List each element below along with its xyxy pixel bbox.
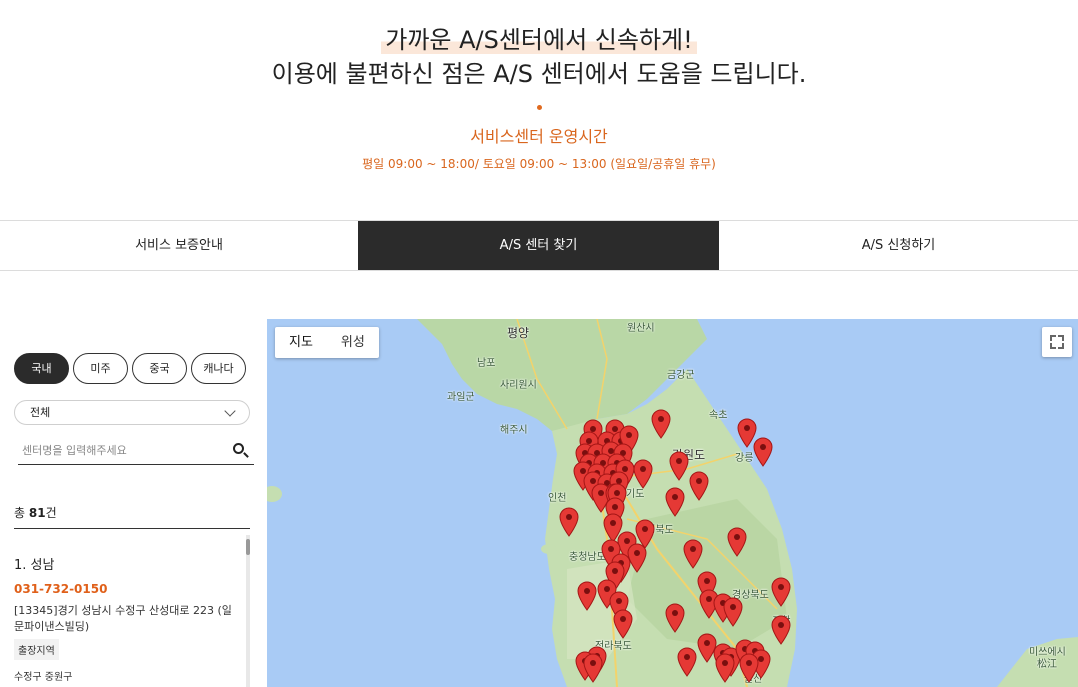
tab-bar: 서비스 보증안내 A/S 센터 찾기 A/S 신청하기	[0, 220, 1078, 271]
list-scrollbar[interactable]	[246, 535, 250, 687]
map-place-label: 원산시	[627, 323, 655, 334]
map-place-label: 금강군	[667, 370, 695, 381]
map-place-label: 사리원시	[500, 380, 537, 391]
map-place-label: 松江	[1037, 659, 1057, 670]
tab-find-center[interactable]: A/S 센터 찾기	[358, 221, 719, 270]
map-marker-pin-icon[interactable]	[577, 581, 597, 611]
map-marker-pin-icon[interactable]	[665, 603, 685, 633]
map-type-control: 지도 위성	[275, 327, 379, 358]
map-place-label: 평양	[507, 326, 530, 340]
map-place-label: 남포	[477, 358, 496, 369]
center-phone[interactable]: 031-732-0150	[14, 582, 107, 596]
map-marker-pin-icon[interactable]	[715, 653, 735, 683]
map-place-label: 속초	[709, 410, 728, 421]
hours-text: 평일 09:00 ~ 18:00/ 토요일 09:00 ~ 13:00 (일요일…	[362, 157, 716, 171]
hero-headline: 가까운 A/S센터에서 신속하게!	[0, 24, 1078, 56]
map-marker-pin-icon[interactable]	[727, 527, 747, 557]
result-count-number: 81	[28, 506, 46, 520]
center-address: [13345]경기 성남시 수정구 산성대로 223 (일문파이낸스빌딩)	[14, 604, 232, 633]
area-select-value: 전체	[30, 406, 51, 419]
map-marker-pin-icon[interactable]	[689, 471, 709, 501]
map-marker-pin-icon[interactable]	[771, 577, 791, 607]
map-marker-pin-icon[interactable]	[665, 487, 685, 517]
map-marker-pin-icon[interactable]	[697, 633, 717, 663]
map-place-label: 인천	[548, 493, 567, 504]
map-marker-pin-icon[interactable]	[559, 507, 579, 537]
region-china-button[interactable]: 중국	[132, 353, 187, 384]
map-marker-pin-icon[interactable]	[771, 615, 791, 645]
map-place-label: 해주시	[500, 425, 528, 436]
map-type-map-button[interactable]: 지도	[275, 327, 327, 358]
map-marker-pin-icon[interactable]	[723, 597, 743, 627]
map-marker-pin-icon[interactable]	[683, 539, 703, 569]
region-filter: 국내 미주 중국 캐나다	[14, 353, 246, 384]
map-marker-pin-icon[interactable]	[651, 409, 671, 439]
center-list[interactable]: 1. 성남 031-732-0150 [13345]경기 성남시 수정구 산성대…	[0, 535, 252, 687]
center-search	[18, 438, 254, 465]
service-area-badge: 출장지역	[14, 639, 59, 660]
scrollbar-thumb[interactable]	[246, 539, 250, 555]
search-icon[interactable]	[233, 443, 244, 454]
map-marker-pin-icon[interactable]	[669, 451, 689, 481]
map-marker-pin-icon[interactable]	[739, 653, 759, 683]
hero-section: 가까운 A/S센터에서 신속하게! 이용에 불편하신 점은 A/S 센터에서 도…	[0, 0, 1078, 220]
map-marker-pin-icon[interactable]	[677, 647, 697, 677]
area-select[interactable]: 전체	[14, 400, 250, 425]
service-area-text: 수정구 중원구	[14, 672, 73, 683]
map-marker-pin-icon[interactable]	[627, 543, 647, 573]
map-marker-pin-icon[interactable]	[613, 609, 633, 639]
center-search-input[interactable]	[18, 438, 218, 463]
tab-request-service[interactable]: A/S 신청하기	[719, 221, 1078, 270]
map-canvas[interactable]: 평양 원산시 남포 금강군 사리원시 과일군 속초 해주시 강원도 강릉 인천 기도 충청북도 충청남도 경…	[267, 319, 1078, 687]
region-us-button[interactable]: 미주	[73, 353, 128, 384]
center-name: 1. 성남	[14, 558, 55, 573]
region-canada-button[interactable]: 캐나다	[191, 353, 246, 384]
chevron-down-icon	[224, 405, 236, 417]
map-place-label: 과일군	[447, 392, 475, 403]
result-count: 총 81건	[14, 505, 250, 529]
center-list-panel: 국내 미주 중국 캐나다 전체 총 81건 1. 성남 031-732-0150…	[0, 320, 266, 687]
hours-title: 서비스센터 운영시간	[470, 127, 608, 146]
map-type-satellite-button[interactable]: 위성	[327, 327, 379, 358]
accent-dot	[537, 105, 542, 110]
region-domestic-button[interactable]: 국내	[14, 353, 69, 384]
map-place-label: 강릉	[735, 453, 754, 464]
fullscreen-button[interactable]	[1042, 327, 1072, 357]
hero-subheadline: 이용에 불편하신 점은 A/S 센터에서 도움을 드립니다.	[271, 60, 807, 88]
map-marker-pin-icon[interactable]	[583, 653, 603, 683]
tab-warranty-info[interactable]: 서비스 보증안내	[0, 221, 358, 270]
map-marker-pin-icon[interactable]	[753, 437, 773, 467]
map-marker-pin-icon[interactable]	[633, 459, 653, 489]
